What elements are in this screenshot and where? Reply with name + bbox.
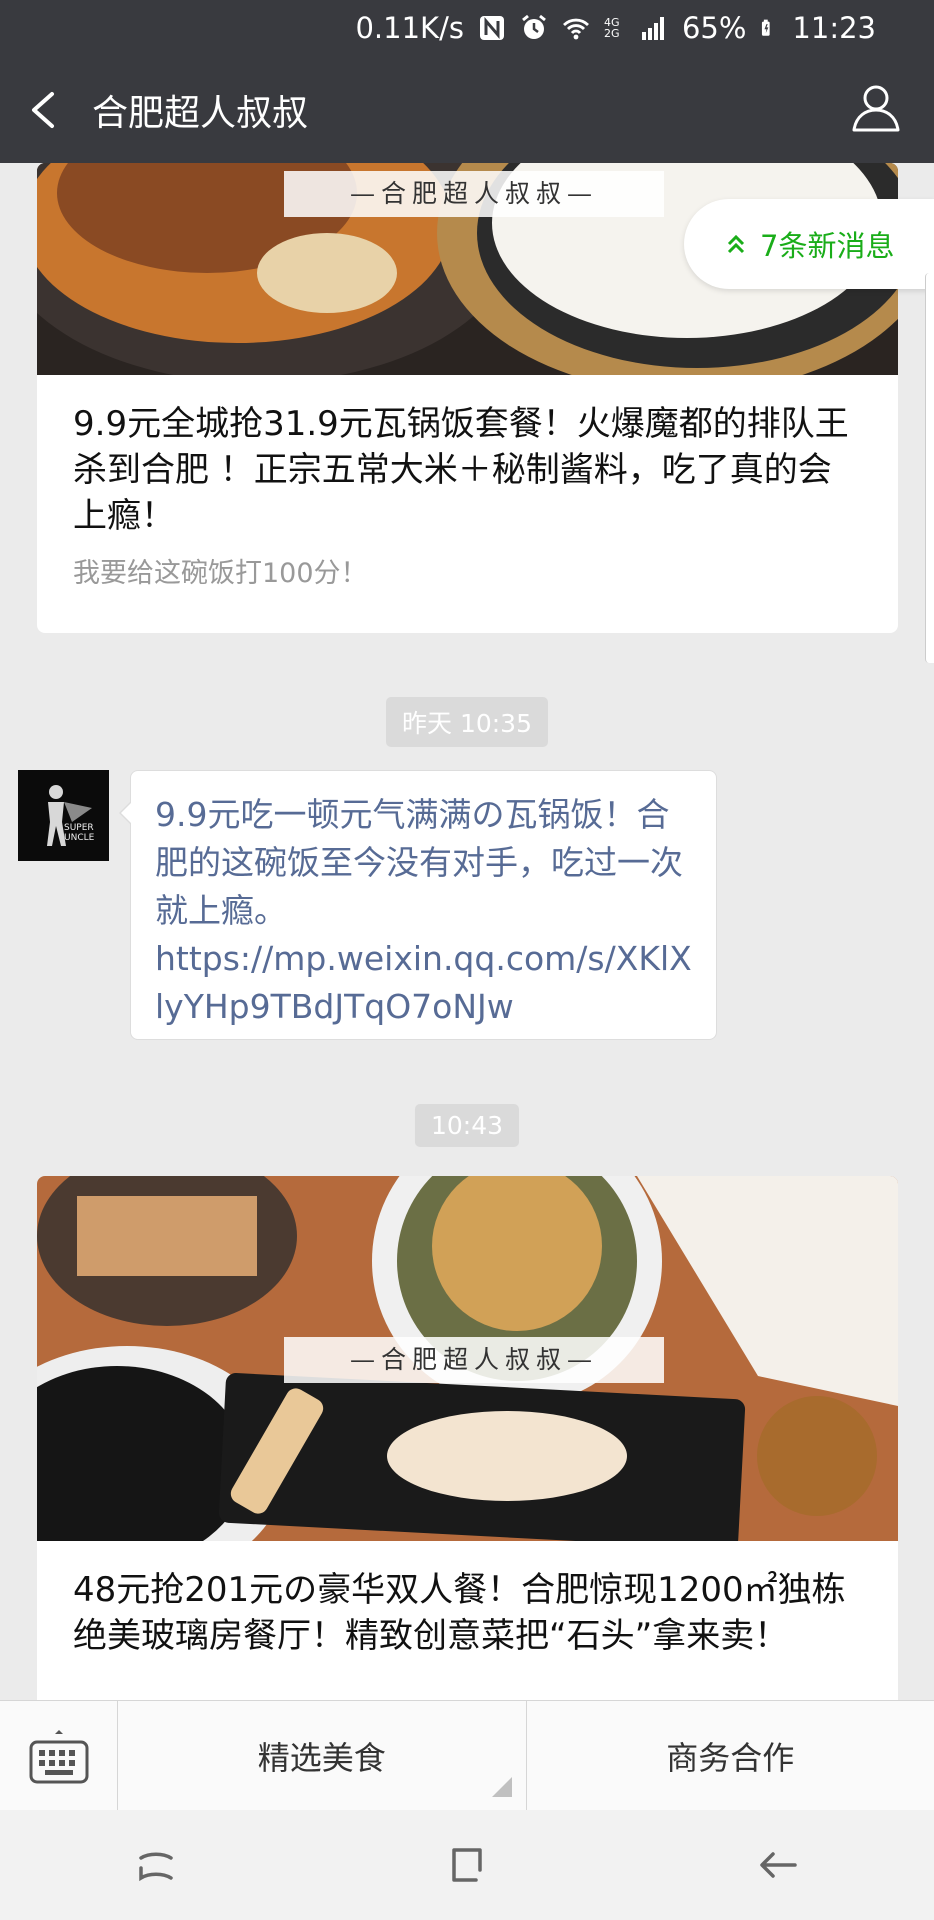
chat-area[interactable]: —合肥超人叔叔— 9.9元全城抢31.9元瓦锅饭套餐！火爆魔都的排队王杀到合肥 … <box>0 163 934 1700</box>
alarm-icon <box>520 14 548 42</box>
article-cover-image: —合肥超人叔叔— <box>37 1176 898 1541</box>
message-link[interactable]: https://mp.weixin.qq.com/s/XKlXlyYHp9TBd… <box>155 935 692 1031</box>
home-icon[interactable] <box>427 1825 507 1905</box>
keyboard-icon <box>29 1730 88 1784</box>
battery-icon <box>760 14 778 42</box>
keyboard-toggle-button[interactable] <box>0 1701 118 1811</box>
signal-bars-icon <box>640 14 668 42</box>
article-watermark: —合肥超人叔叔— <box>284 1337 664 1383</box>
menu-item-selected-food[interactable]: 精选美食 <box>118 1701 526 1811</box>
nfc-icon <box>478 14 506 42</box>
timestamp: 10:43 <box>414 1104 520 1147</box>
recent-apps-icon[interactable] <box>116 1825 196 1905</box>
timestamp: 昨天 10:35 <box>386 697 548 747</box>
system-nav-bar <box>0 1810 934 1920</box>
signal-badge: 4G 2G <box>603 16 620 40</box>
avatar[interactable]: SUPER UNCLE <box>18 770 109 861</box>
new-messages-label: 7条新消息 <box>760 229 895 263</box>
menu-item-business[interactable]: 商务合作 <box>525 1701 934 1811</box>
article-title: 9.9元全城抢31.9元瓦锅饭套餐！火爆魔都的排队王杀到合肥 ！正宗五常大米＋秘… <box>73 404 849 536</box>
network-speed: 0.11K/s <box>355 11 464 45</box>
chat-title: 合肥超人叔叔 <box>92 93 309 134</box>
new-messages-button[interactable]: 7条新消息 <box>684 199 934 289</box>
person-icon[interactable] <box>848 80 904 136</box>
bottom-menu: 精选美食 商务合作 <box>0 1700 934 1811</box>
wifi-icon <box>562 14 590 42</box>
menu-item-label: 商务合作 <box>666 1739 795 1777</box>
avatar-text: UNCLE <box>64 833 95 843</box>
chat-header: 合肥超人叔叔 <box>0 56 934 163</box>
back-icon[interactable] <box>738 1825 818 1905</box>
battery-level: 65% <box>681 11 747 45</box>
status-bar: 0.11K/s 4G 2G 65% 11:23 <box>0 0 934 56</box>
article-card[interactable]: —合肥超人叔叔— 48元抢201元の豪华双人餐！合肥惊现1200㎡独栋绝美玻璃房… <box>37 1176 898 1700</box>
double-chevron-up-icon <box>727 234 745 254</box>
message-bubble[interactable]: 9.9元吃一顿元气满满の瓦锅饭！合肥的这碗饭至今没有对手，吃过一次就上瘾。 ht… <box>119 770 717 1040</box>
submenu-indicator-icon <box>491 1777 512 1797</box>
message-text: 9.9元吃一顿元气满满の瓦锅饭！合肥的这碗饭至今没有对手，吃过一次就上瘾。 <box>155 795 683 930</box>
cell-signal-icon: 4G 2G <box>604 17 626 39</box>
clock: 11:23 <box>792 11 876 45</box>
scroll-handle[interactable] <box>925 273 934 663</box>
article-title: 48元抢201元の豪华双人餐！合肥惊现1200㎡独栋绝美玻璃房餐厅！精致创意菜把… <box>73 1570 846 1656</box>
article-watermark: —合肥超人叔叔— <box>284 171 664 217</box>
back-arrow-icon[interactable] <box>22 82 72 138</box>
menu-item-label: 精选美食 <box>257 1739 386 1777</box>
avatar-text: SUPER <box>64 823 94 833</box>
article-description: 我要给这碗饭打100分！ <box>73 558 368 589</box>
